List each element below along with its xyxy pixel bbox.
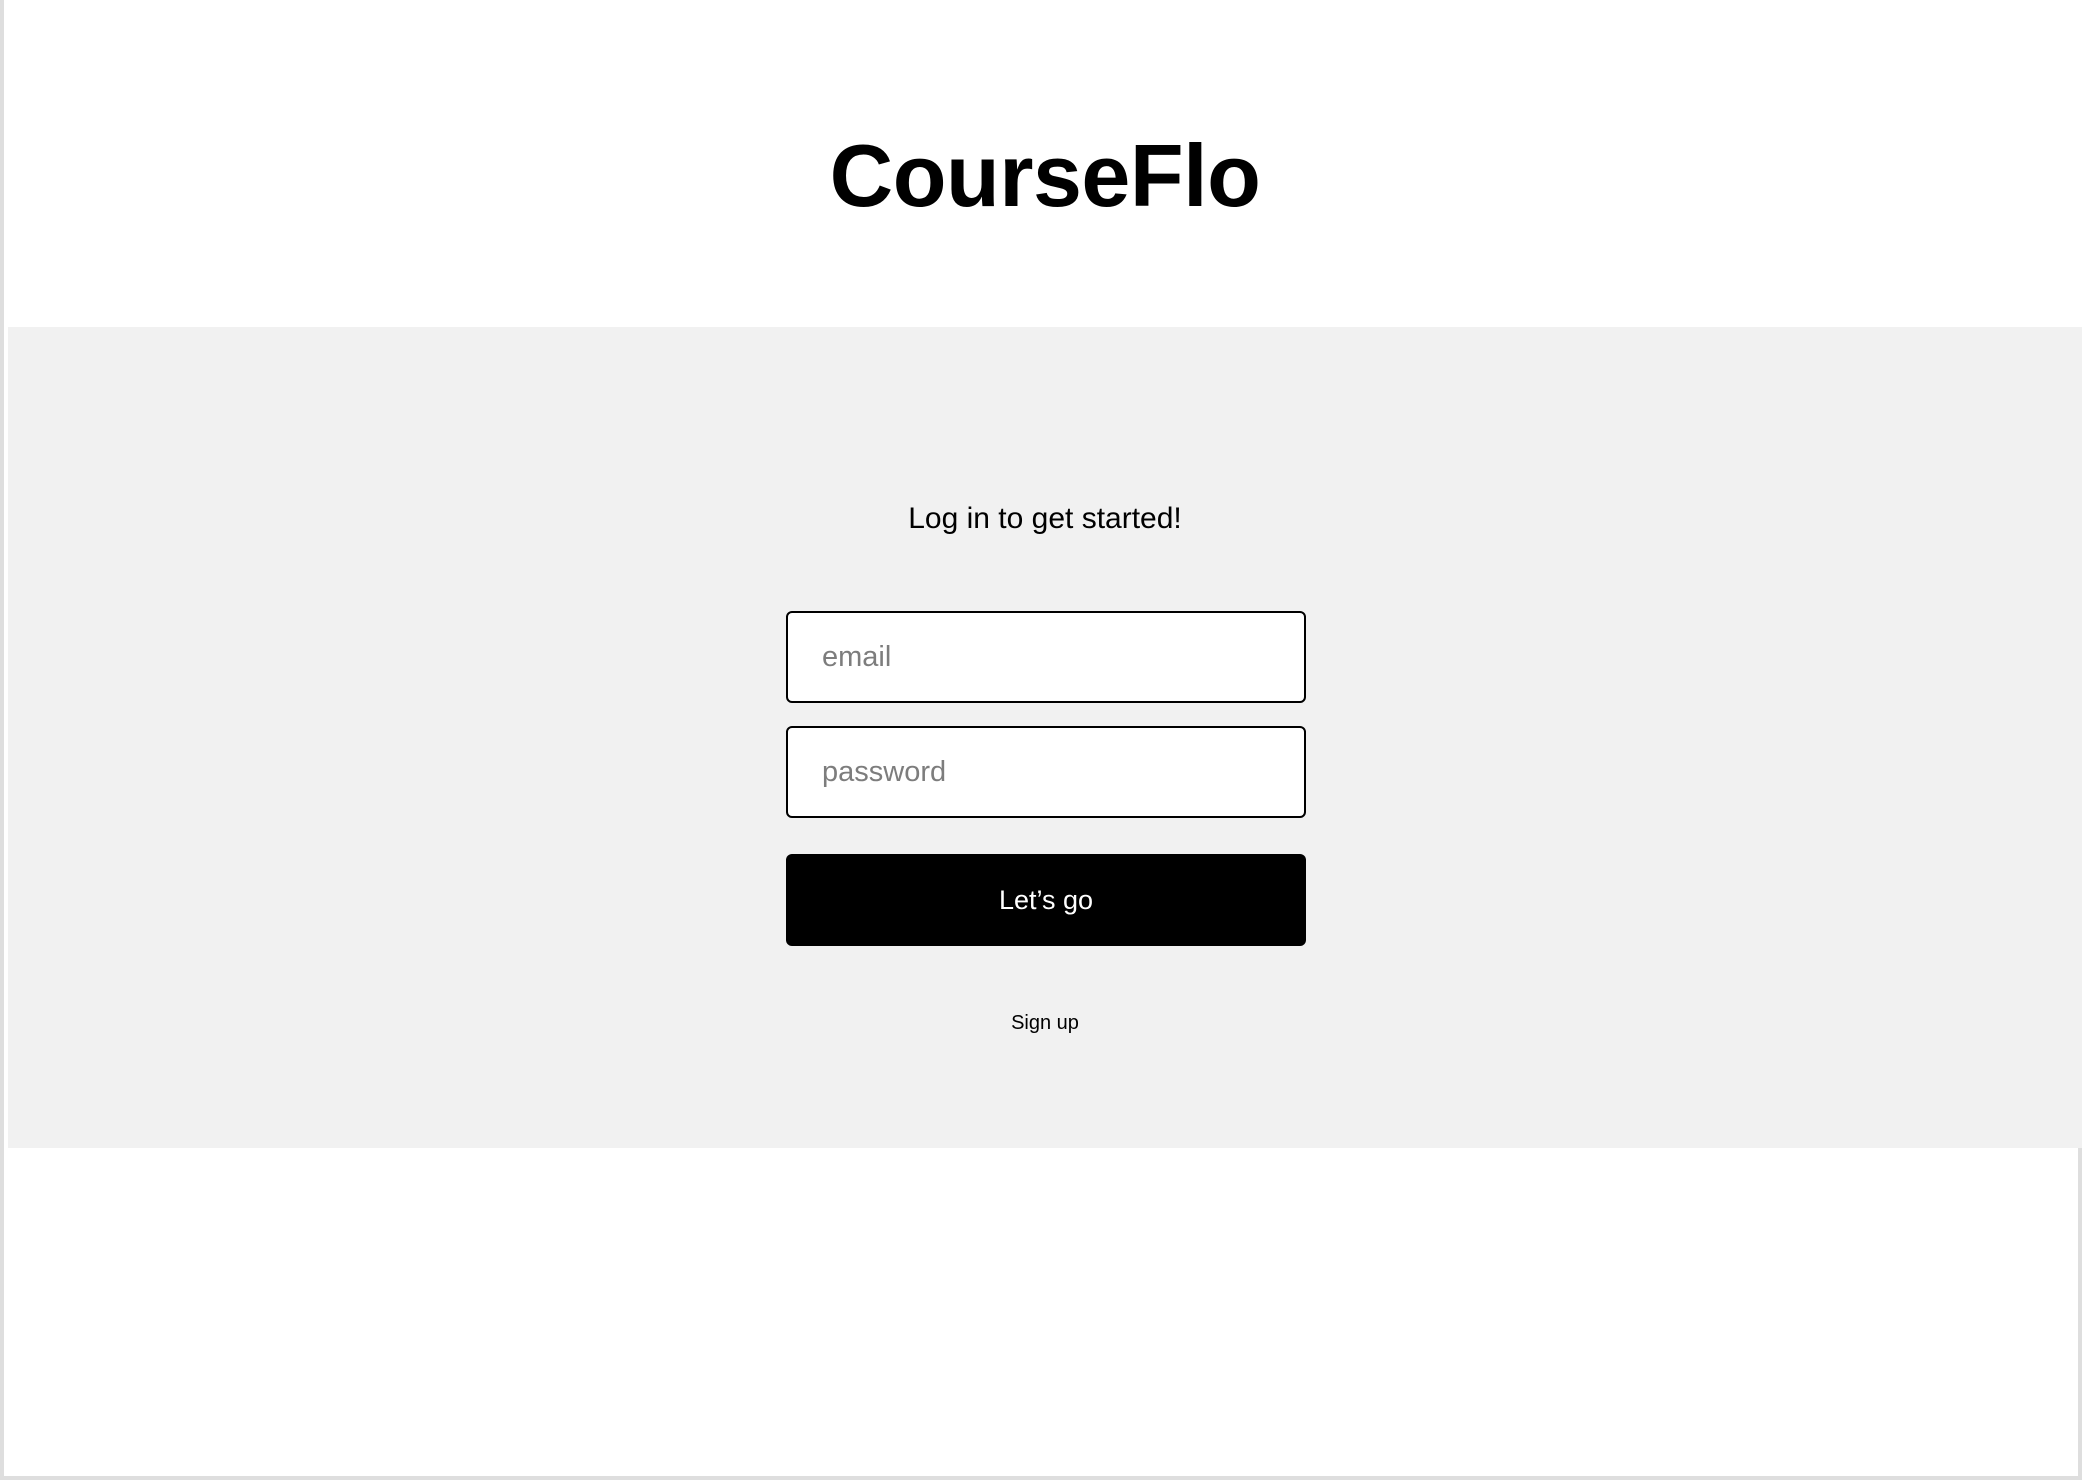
lets-go-button[interactable]: Let’s go [786, 854, 1306, 946]
login-panel: Log in to get started! Let’s go Sign up [8, 327, 2082, 1148]
signup-link-container: Sign up [8, 1011, 2082, 1035]
login-page: CourseFlo Log in to get started! Let’s g… [0, 0, 2082, 1480]
password-field[interactable] [786, 726, 1306, 818]
email-field[interactable] [786, 611, 1306, 703]
app-title: CourseFlo [829, 126, 1261, 225]
sign-up-link[interactable]: Sign up [1011, 1012, 1079, 1034]
login-heading: Log in to get started! [908, 502, 1182, 535]
app-header: CourseFlo [8, 0, 2082, 327]
